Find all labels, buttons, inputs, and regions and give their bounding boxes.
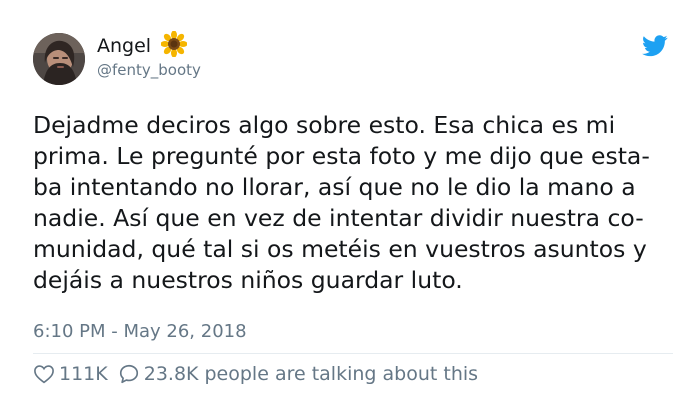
tweet-text-line: munidad, qué tal si os metéis en vuestro… bbox=[33, 235, 647, 263]
like-count: 111K bbox=[59, 363, 108, 385]
tweet-text-line: Dejadme deciros algo sobre esto. Esa chi… bbox=[33, 111, 616, 139]
divider bbox=[33, 353, 673, 354]
talking-about-text[interactable]: people are talking about this bbox=[205, 362, 479, 386]
reply-button[interactable]: 23.8K bbox=[108, 362, 199, 386]
tweet-text-line: prima. Le pregunté por esta foto y me di… bbox=[33, 142, 650, 170]
tweet-text: Dejadme deciros algo sobre esto. Esa chi… bbox=[33, 110, 673, 296]
tweet-text-line: nadie. Así que en vez de intentar dividi… bbox=[33, 204, 644, 232]
tweet-card: Angel @fenty_booty Dejadme deciros algo … bbox=[0, 0, 700, 415]
twitter-bird-icon[interactable] bbox=[642, 35, 668, 57]
like-button[interactable]: 111K bbox=[33, 362, 108, 386]
engagement-bar: 111K 23.8K people are talking about this bbox=[33, 360, 478, 388]
heart-icon bbox=[34, 365, 54, 384]
speech-bubble-icon bbox=[119, 364, 138, 384]
tweet-text-line: ba intentando no llorar, así que no le d… bbox=[33, 173, 636, 201]
avatar[interactable] bbox=[33, 33, 85, 85]
author-name[interactable]: Angel bbox=[97, 34, 151, 58]
sunflower-icon bbox=[161, 31, 187, 57]
tweet-timestamp[interactable]: 6:10 PM - May 26, 2018 bbox=[33, 320, 247, 344]
author-handle[interactable]: @fenty_booty bbox=[97, 60, 201, 80]
reply-count: 23.8K bbox=[143, 363, 199, 385]
tweet-text-line: dejáis a nuestros niños guardar luto. bbox=[33, 266, 463, 294]
